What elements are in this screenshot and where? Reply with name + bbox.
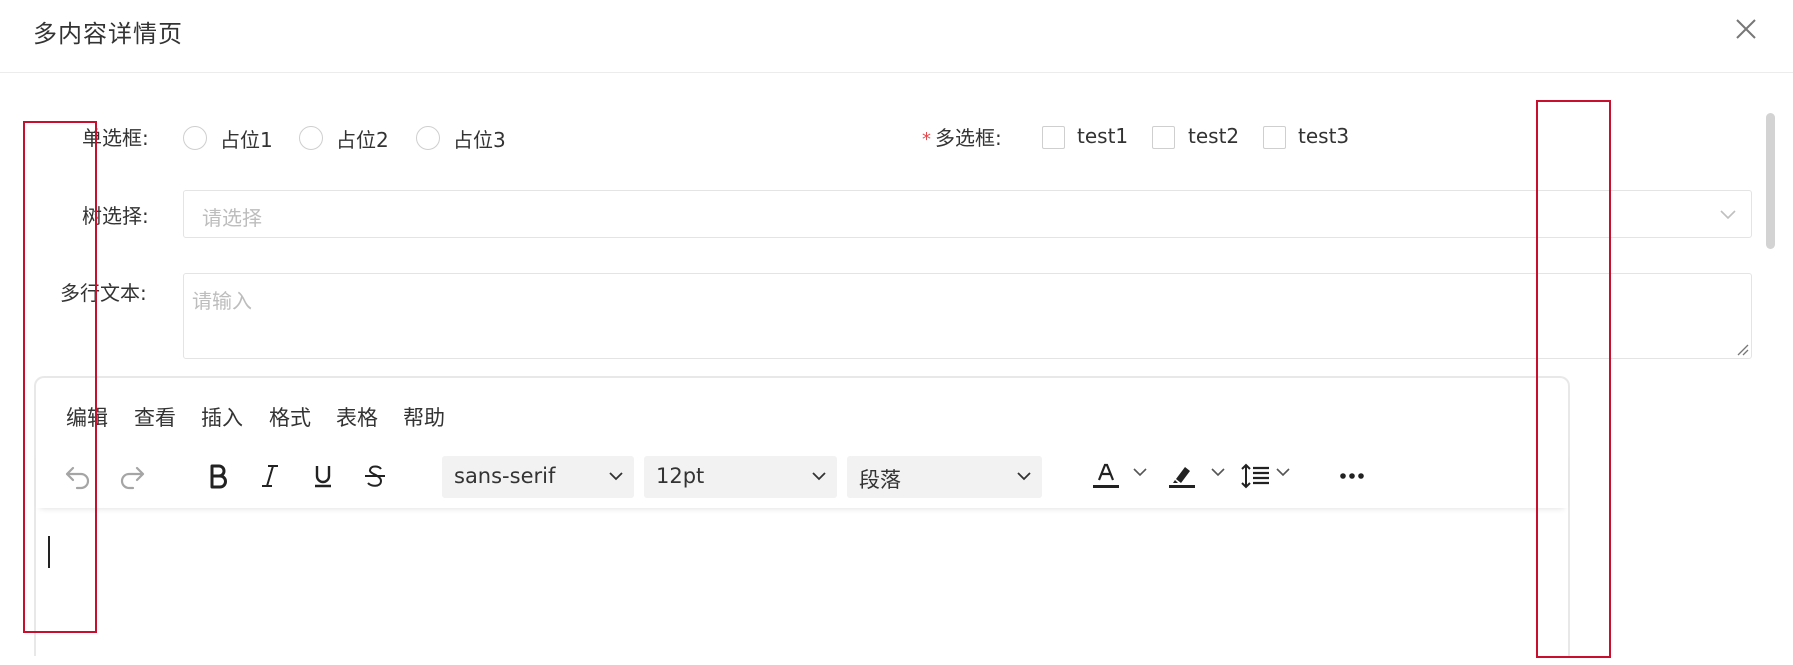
dialog-title: 多内容详情页: [33, 20, 183, 48]
more-icon[interactable]: [1334, 458, 1370, 494]
chevron-down-icon: [1720, 210, 1736, 220]
radio-option-1-label[interactable]: 占位1: [220, 124, 273, 153]
underline-icon[interactable]: [305, 458, 341, 494]
checkbox-option-2-label[interactable]: test2: [1188, 124, 1239, 148]
menu-format[interactable]: 格式: [269, 402, 311, 432]
resize-handle-icon[interactable]: [1735, 342, 1749, 356]
tree-select[interactable]: 请选择: [183, 190, 1752, 238]
dialog-header: 多内容详情页: [0, 0, 1793, 73]
block-format-value: 段落: [859, 468, 901, 492]
font-size-select[interactable]: 12pt: [644, 456, 837, 498]
multiline-text-input[interactable]: 请输入: [183, 273, 1752, 359]
textarea-placeholder: 请输入: [192, 289, 252, 313]
checkbox-option-3-label[interactable]: test3: [1298, 124, 1349, 148]
chevron-down-icon[interactable]: [1130, 462, 1150, 482]
annotation-box-right: [1536, 100, 1611, 658]
block-format-select[interactable]: 段落: [847, 456, 1042, 498]
menu-help[interactable]: 帮助: [403, 402, 445, 432]
menu-insert[interactable]: 插入: [201, 402, 243, 432]
strikethrough-icon[interactable]: [357, 458, 393, 494]
close-icon[interactable]: [1731, 14, 1761, 44]
font-family-select[interactable]: sans-serif: [442, 456, 634, 498]
bold-icon[interactable]: [200, 458, 236, 494]
line-height-icon[interactable]: [1238, 458, 1274, 494]
rich-text-editor: 编辑 查看 插入 格式 表格 帮助 sans-serif 12pt 段落: [34, 376, 1570, 656]
radio-option-2[interactable]: [299, 126, 323, 150]
chevron-down-icon: [609, 472, 623, 481]
redo-icon[interactable]: [114, 458, 150, 494]
checkbox-option-1-label[interactable]: test1: [1077, 124, 1128, 148]
menu-table[interactable]: 表格: [336, 402, 378, 432]
radio-option-1[interactable]: [183, 126, 207, 150]
editor-toolbar: sans-serif 12pt 段落: [36, 448, 1568, 508]
chevron-down-icon: [812, 472, 826, 481]
tree-select-placeholder: 请选择: [202, 206, 262, 230]
radio-option-3-label[interactable]: 占位3: [453, 124, 506, 153]
checkbox-label-text: 多选框:: [935, 126, 1002, 150]
checkbox-option-1[interactable]: [1042, 126, 1065, 149]
font-family-value: sans-serif: [454, 464, 556, 488]
chevron-down-icon: [1017, 472, 1031, 481]
annotation-box-left: [23, 121, 97, 633]
highlight-color-icon[interactable]: [1164, 458, 1200, 494]
checkbox-option-3[interactable]: [1263, 126, 1286, 149]
menu-view[interactable]: 查看: [134, 402, 176, 432]
chevron-down-icon[interactable]: [1273, 462, 1293, 482]
checkbox-option-2[interactable]: [1152, 126, 1175, 149]
scrollbar-thumb[interactable]: [1766, 113, 1775, 249]
chevron-down-icon[interactable]: [1208, 462, 1228, 482]
radio-option-2-label[interactable]: 占位2: [336, 124, 389, 153]
radio-option-3[interactable]: [416, 126, 440, 150]
text-color-icon[interactable]: [1088, 458, 1124, 494]
italic-icon[interactable]: [252, 458, 288, 494]
font-size-value: 12pt: [656, 464, 705, 488]
required-mark: *: [922, 129, 931, 150]
checkbox-label: * 多选框:: [922, 122, 1002, 151]
